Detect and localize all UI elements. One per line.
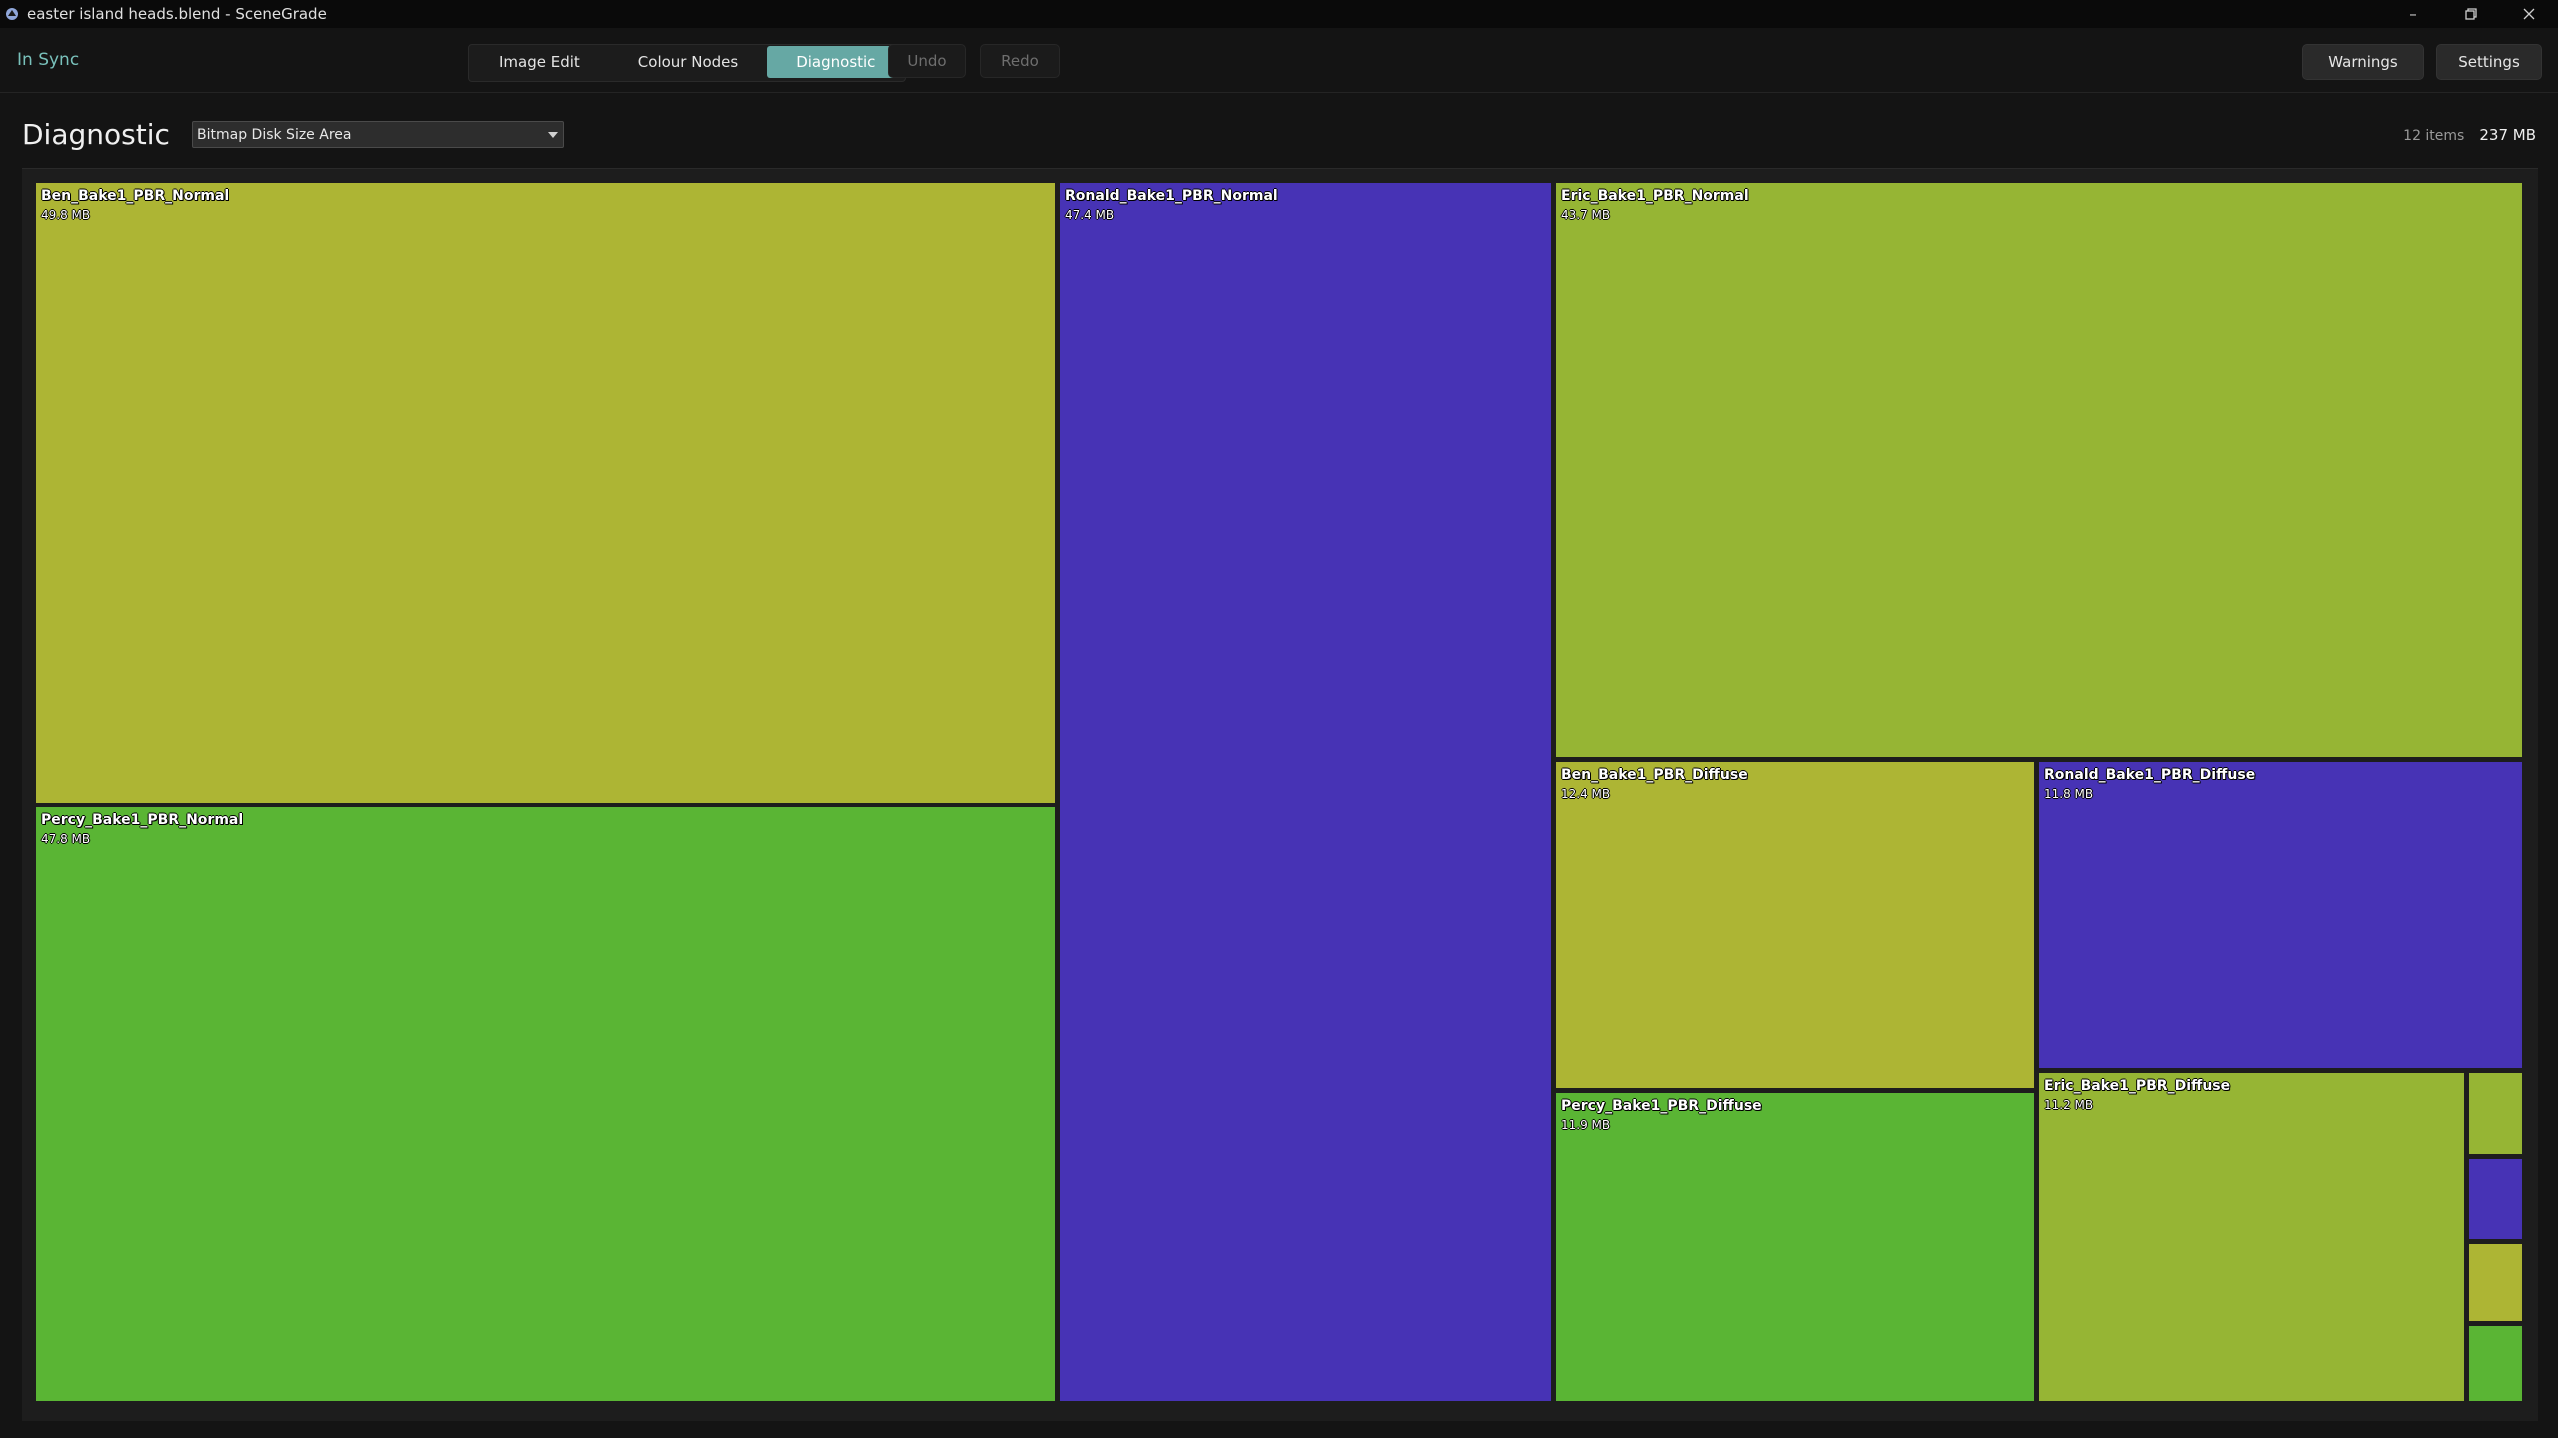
chevron-down-icon [548,132,558,138]
restore-icon[interactable] [2442,0,2500,28]
mode-tabs: Image Edit Colour Nodes Diagnostic [468,44,907,82]
treemap-tile-small[interactable] [2469,1326,2522,1401]
mode-select[interactable]: Bitmap Disk Size Area [192,121,564,148]
tab-image-edit[interactable]: Image Edit [470,46,609,78]
tile-name: Percy_Bake1_PBR_Normal [41,812,244,828]
page-title: Diagnostic [22,118,170,151]
treemap-tile[interactable]: Eric_Bake1_PBR_Normal 43.7 MB [1556,183,2522,757]
tile-size: 11.2 MB [2044,1098,2094,1112]
treemap: Ben_Bake1_PBR_Normal 49.8 MB Percy_Bake1… [22,168,2538,1421]
tile-size: 47.4 MB [1065,208,1115,222]
window-titlebar: easter island heads.blend - SceneGrade – [0,0,2558,28]
treemap-tile-small[interactable] [2469,1073,2522,1154]
app-logo-icon [6,8,18,20]
tile-name: Ben_Bake1_PBR_Normal [41,188,230,204]
redo-button[interactable]: Redo [980,44,1060,78]
sync-status: In Sync [17,50,80,70]
total-size: 237 MB [2479,126,2536,144]
treemap-tile-small[interactable] [2469,1244,2522,1321]
treemap-tile[interactable]: Percy_Bake1_PBR_Normal 47.8 MB [36,807,1055,1401]
treemap-tile[interactable]: Ben_Bake1_PBR_Normal 49.8 MB [36,183,1055,803]
window-controls: – [2384,0,2558,28]
tile-size: 47.8 MB [41,832,91,846]
tile-size: 11.9 MB [1561,1118,1611,1132]
tile-name: Ronald_Bake1_PBR_Normal [1065,188,1278,204]
tile-size: 43.7 MB [1561,208,1611,222]
treemap-tile[interactable]: Ronald_Bake1_PBR_Diffuse 11.8 MB [2039,762,2522,1068]
treemap-tile[interactable]: Eric_Bake1_PBR_Diffuse 11.2 MB [2039,1073,2464,1401]
item-count: 12 items [2403,128,2465,144]
tile-name: Eric_Bake1_PBR_Normal [1561,188,1749,204]
treemap-tile-small[interactable] [2469,1159,2522,1239]
undo-button[interactable]: Undo [888,44,966,78]
tile-size: 12.4 MB [1561,787,1611,801]
main-toolbar: In Sync Image Edit Colour Nodes Diagnost… [0,28,2558,93]
minimize-icon[interactable]: – [2384,0,2442,28]
tab-colour-nodes[interactable]: Colour Nodes [609,46,767,78]
tile-name: Percy_Bake1_PBR_Diffuse [1561,1098,1762,1114]
tile-name: Eric_Bake1_PBR_Diffuse [2044,1078,2231,1094]
treemap-tile[interactable]: Ronald_Bake1_PBR_Normal 47.4 MB [1060,183,1551,1401]
tile-size: 49.8 MB [41,208,91,222]
tile-size: 11.8 MB [2044,787,2094,801]
tile-name: Ben_Bake1_PBR_Diffuse [1561,767,1748,783]
close-icon[interactable] [2500,0,2558,28]
treemap-tile[interactable]: Percy_Bake1_PBR_Diffuse 11.9 MB [1556,1093,2034,1401]
settings-button[interactable]: Settings [2436,44,2542,80]
warnings-button[interactable]: Warnings [2302,44,2424,80]
tile-name: Ronald_Bake1_PBR_Diffuse [2044,767,2256,783]
window-title: easter island heads.blend - SceneGrade [27,5,327,23]
treemap-summary: 12 items 237 MB [2403,126,2536,144]
mode-select-value: Bitmap Disk Size Area [197,126,352,143]
tab-diagnostic[interactable]: Diagnostic [767,46,905,78]
treemap-tile[interactable]: Ben_Bake1_PBR_Diffuse 12.4 MB [1556,762,2034,1088]
